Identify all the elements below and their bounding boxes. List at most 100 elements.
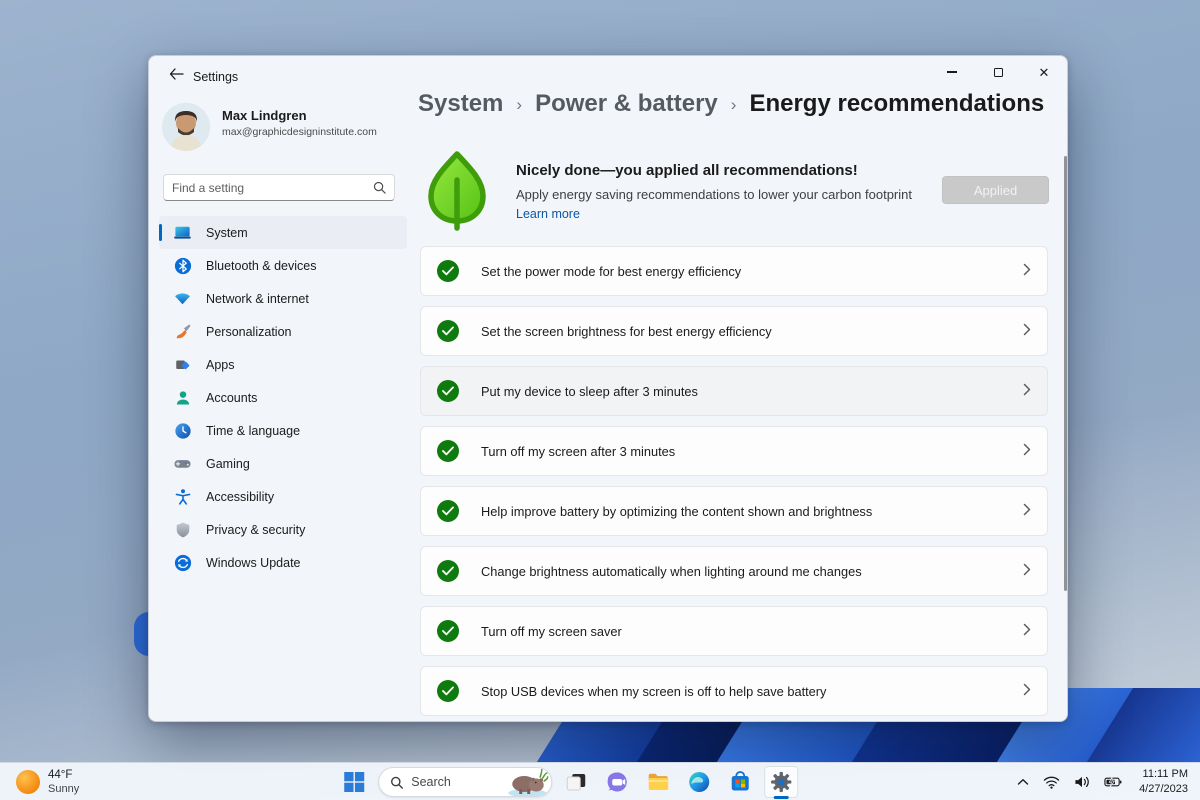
recommendation-row-power-mode[interactable]: Set the power mode for best energy effic… [420,246,1048,296]
sun-icon [16,770,40,794]
minimize-button[interactable] [929,56,975,88]
sidebar-item-bluetooth-devices[interactable]: Bluetooth & devices [159,249,407,282]
taskbar-center: Search [337,763,799,800]
green-check-icon [437,440,459,462]
maximize-button[interactable] [975,56,1021,88]
green-check-icon [437,320,459,342]
settings-window: Settings ✕ Max Lindgren max@graphicdesig… [148,55,1068,722]
recommendation-label: Set the power mode for best energy effic… [481,263,742,279]
system-icon [173,223,192,242]
start-button[interactable] [337,766,371,798]
search-icon [391,776,403,789]
applied-button[interactable]: Applied [942,176,1049,204]
sidebar-item-system[interactable]: System [159,216,407,249]
chevron-right-icon [1023,623,1031,639]
task-view-icon [566,774,586,791]
recommendation-label: Change brightness automatically when lig… [481,563,862,579]
hero-title: Nicely done—you applied all recommendati… [516,162,858,179]
recommendation-row-usb[interactable]: Stop USB devices when my screen is off t… [420,666,1048,716]
tray-time: 11:11 PM [1142,768,1188,781]
scrollbar[interactable] [1064,156,1067,591]
battery-icon [1104,777,1122,787]
chevron-right-icon [1023,503,1031,519]
recommendation-label: Turn off my screen after 3 minutes [481,443,676,459]
recommendation-row-auto-brightness[interactable]: Change brightness automatically when lig… [420,546,1048,596]
clock[interactable]: 11:11 PM 4/27/2023 [1131,767,1196,797]
taskbar: 44°F Sunny Search 11:11 PM 4/27/2023 [0,762,1200,800]
volume-button[interactable] [1069,767,1095,797]
chat-button[interactable] [600,766,634,798]
sidebar-item-privacy-security[interactable]: Privacy & security [159,513,407,546]
sidebar-item-accounts[interactable]: Accounts [159,381,407,414]
close-button[interactable]: ✕ [1021,56,1067,88]
recommendation-row-sleep[interactable]: Put my device to sleep after 3 minutes [420,366,1048,416]
sidebar-item-accessibility[interactable]: Accessibility [159,480,407,513]
wifi-icon [1043,776,1060,789]
sidebar-item-apps[interactable]: Apps [159,348,407,381]
back-button[interactable] [161,62,191,86]
chevron-right-icon [1023,383,1031,399]
recommendation-row-battery-optimize[interactable]: Help improve battery by optimizing the c… [420,486,1048,536]
sidebar-item-time-language[interactable]: Time & language [159,414,407,447]
breadcrumb-power-battery[interactable]: Power & battery [535,90,718,118]
chevron-right-icon [1023,563,1031,579]
settings-app-button[interactable] [764,766,799,798]
file-explorer-icon [648,773,669,790]
file-explorer-button[interactable] [641,766,675,798]
sidebar-item-personalization[interactable]: Personalization [159,315,407,348]
user-name: Max Lindgren [222,108,307,123]
edge-icon [689,772,710,792]
recommendation-label: Stop USB devices when my screen is off t… [481,683,827,699]
battery-button[interactable] [1099,767,1127,797]
find-a-setting-box[interactable] [163,174,395,201]
sidebar-item-label: Network & internet [206,291,309,306]
breadcrumb-system[interactable]: System [418,90,503,118]
green-check-icon [437,560,459,582]
search-icon [373,181,386,194]
sidebar-item-network-internet[interactable]: Network & internet [159,282,407,315]
sidebar-item-windows-update[interactable]: Windows Update [159,546,407,579]
maximize-icon [993,67,1003,77]
speaker-icon [1075,776,1089,788]
recommendation-row-screen-saver[interactable]: Turn off my screen saver [420,606,1048,656]
task-view-button[interactable] [559,766,593,798]
green-check-icon [437,620,459,642]
weather-temp: 44°F [48,769,73,782]
recommendation-row-screen-brightness[interactable]: Set the screen brightness for best energ… [420,306,1048,356]
weather-widget[interactable]: 44°F Sunny [8,763,87,800]
taskbar-search-label: Search [411,775,451,789]
chevron-right-icon [1023,323,1031,339]
avatar[interactable] [162,103,210,151]
learn-more-link[interactable]: Learn more [516,207,580,221]
sidebar-item-label: System [206,225,248,240]
sidebar-item-label: Apps [206,357,235,372]
window-title: Settings [193,70,239,84]
sidebar-item-label: Gaming [206,456,250,471]
recommendation-label: Help improve battery by optimizing the c… [481,503,873,519]
apps-icon [173,355,192,374]
windows-update-icon [173,553,192,572]
titlebar[interactable]: Settings ✕ [149,56,1067,90]
user-email: max@graphicdesigninstitute.com [222,126,377,138]
find-a-setting-input[interactable] [172,180,373,195]
sidebar-item-label: Accounts [206,390,258,405]
recommendation-row-screen-off[interactable]: Turn off my screen after 3 minutes [420,426,1048,476]
taskbar-search-box[interactable]: Search [378,767,553,797]
sidebar-item-label: Privacy & security [206,522,306,537]
windows-logo-icon [344,772,365,792]
accounts-icon [173,388,192,407]
edge-button[interactable] [682,766,716,798]
store-icon [731,771,749,791]
green-check-icon [437,260,459,282]
sidebar-nav: System Bluetooth & devices Network & int… [159,216,407,579]
breadcrumb-separator-icon: › [730,95,737,114]
page-title: Energy recommendations [749,90,1045,117]
wifi-button[interactable] [1038,767,1065,797]
hidden-icons-button[interactable] [1012,767,1034,797]
chat-icon [607,772,627,792]
accessibility-icon [173,487,192,506]
back-arrow-icon [169,68,184,80]
store-button[interactable] [723,766,757,798]
sidebar-item-gaming[interactable]: Gaming [159,447,407,480]
sidebar-item-label: Personalization [206,324,292,339]
